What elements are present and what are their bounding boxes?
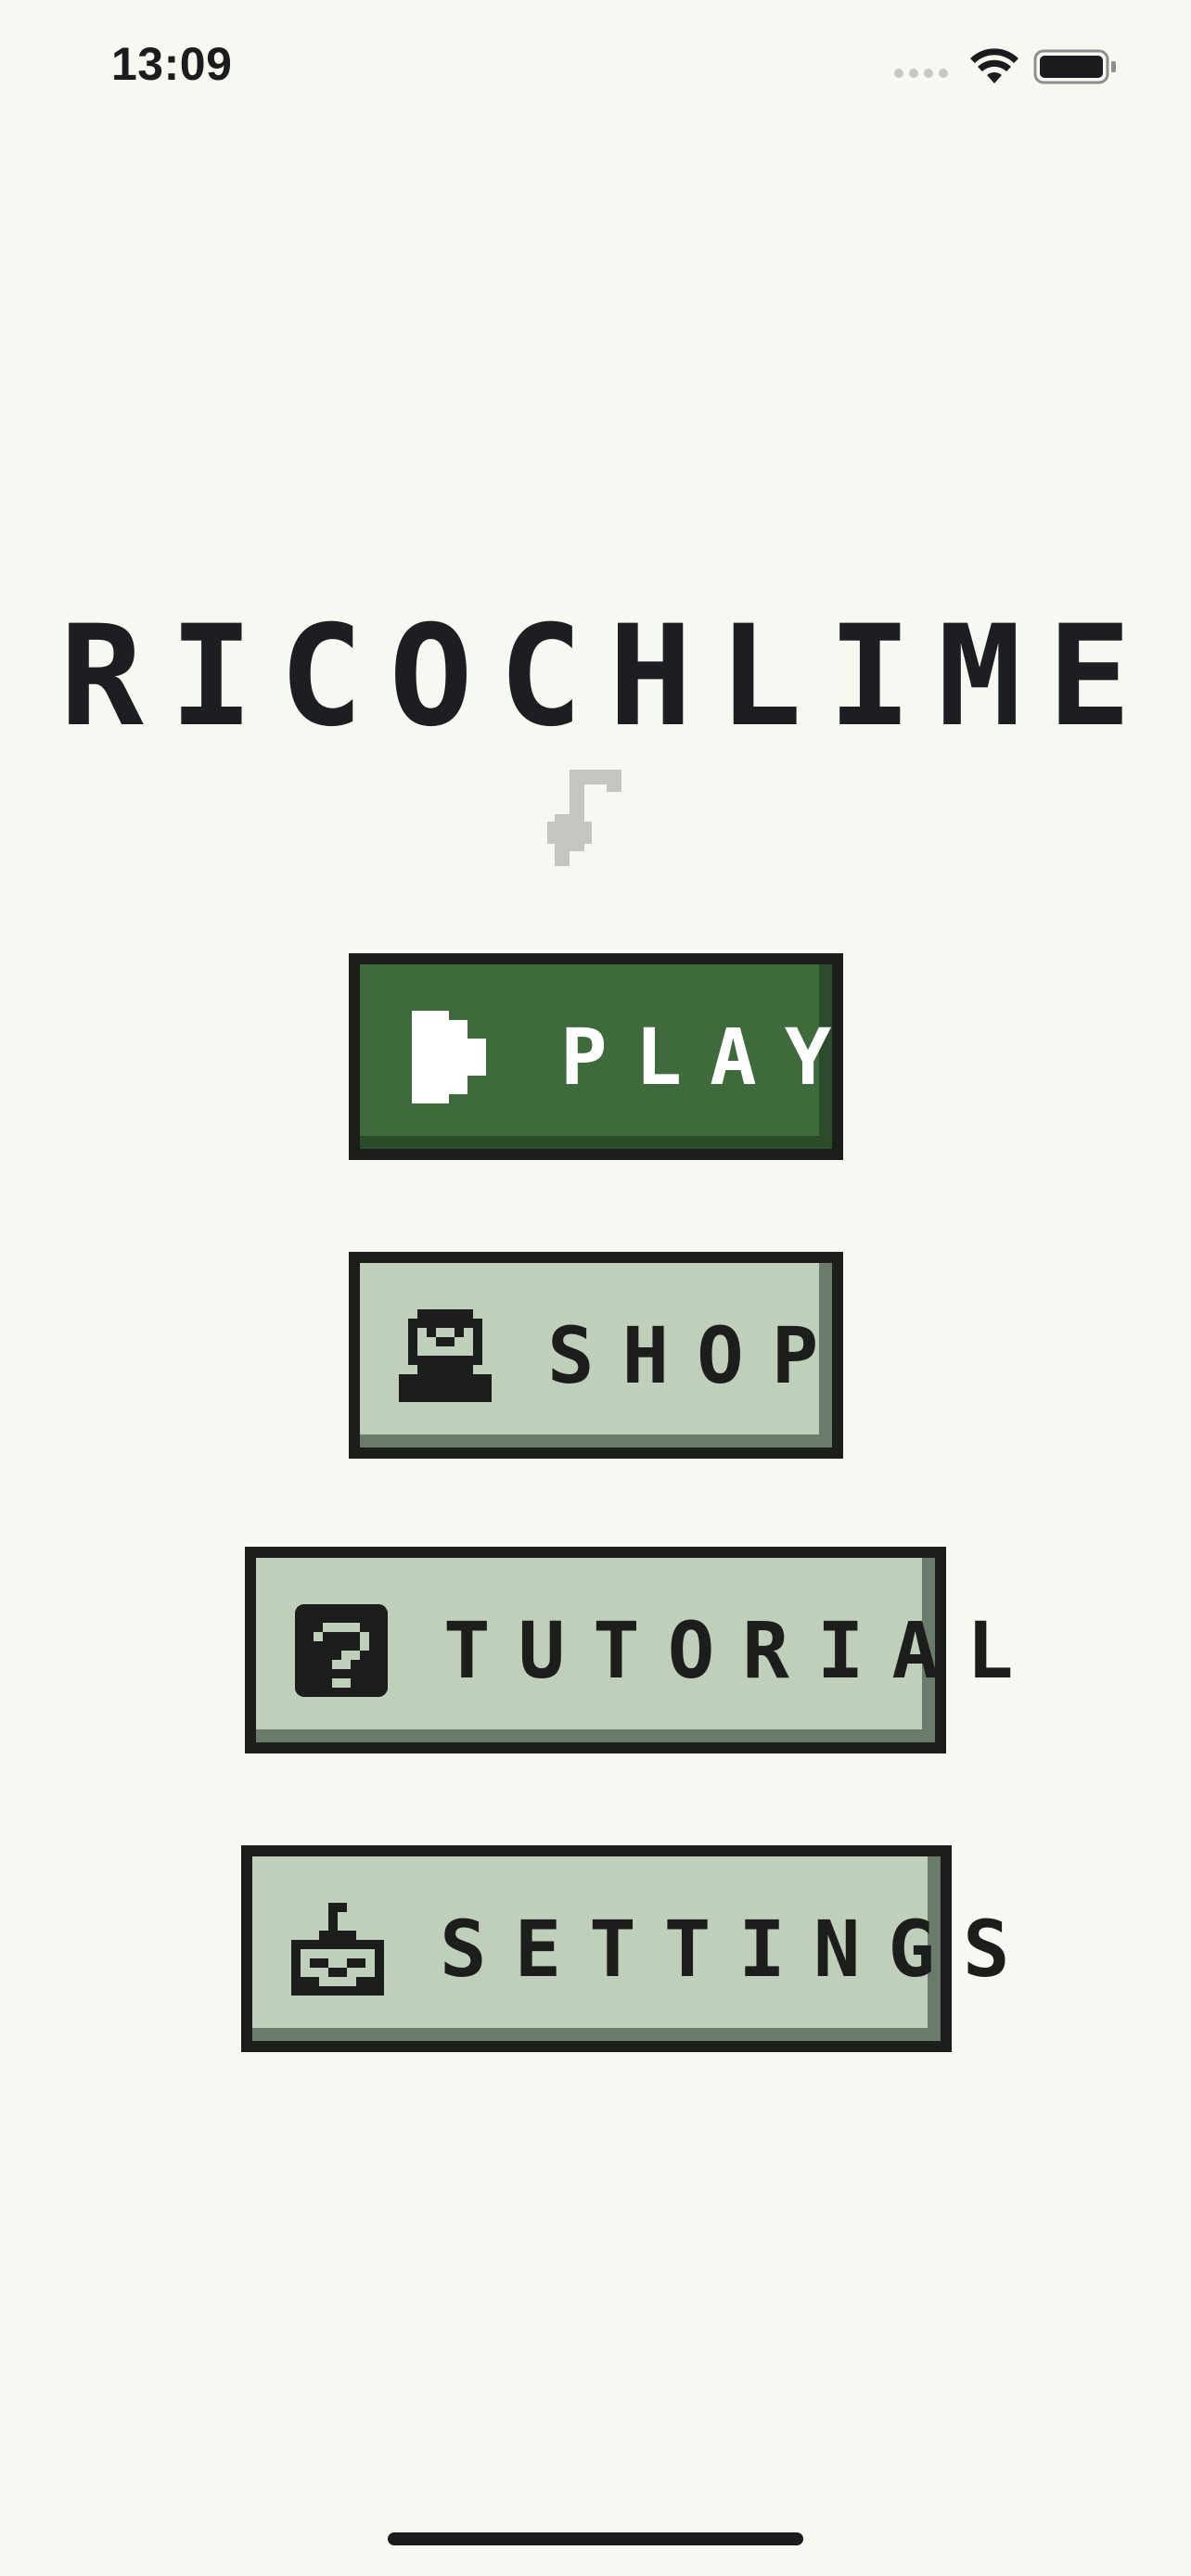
wifi-icon — [970, 48, 1018, 83]
music-note-icon[interactable] — [547, 770, 644, 866]
settings-button[interactable]: SETTINGS — [241, 1845, 1010, 2052]
shop-icon — [399, 1308, 492, 1402]
settings-icon — [291, 1902, 384, 1996]
status-icons — [894, 48, 1117, 85]
play-button[interactable]: PLAY — [349, 953, 843, 1160]
game-title: RICOCHLIME — [59, 596, 1158, 758]
shop-button[interactable]: SHOP — [349, 1252, 843, 1459]
tutorial-button[interactable]: TUTORIAL — [245, 1547, 1014, 1753]
question-icon — [295, 1603, 388, 1697]
shop-label: SHOP — [547, 1309, 847, 1401]
battery-icon — [1033, 49, 1116, 84]
play-label: PLAY — [560, 1011, 860, 1103]
signal-icon — [894, 69, 948, 78]
tutorial-label: TUTORIAL — [443, 1604, 1042, 1696]
status-time: 13:09 — [111, 38, 233, 90]
play-icon — [412, 1010, 486, 1103]
home-indicator[interactable] — [388, 2532, 803, 2545]
settings-label: SETTINGS — [440, 1903, 1038, 1995]
